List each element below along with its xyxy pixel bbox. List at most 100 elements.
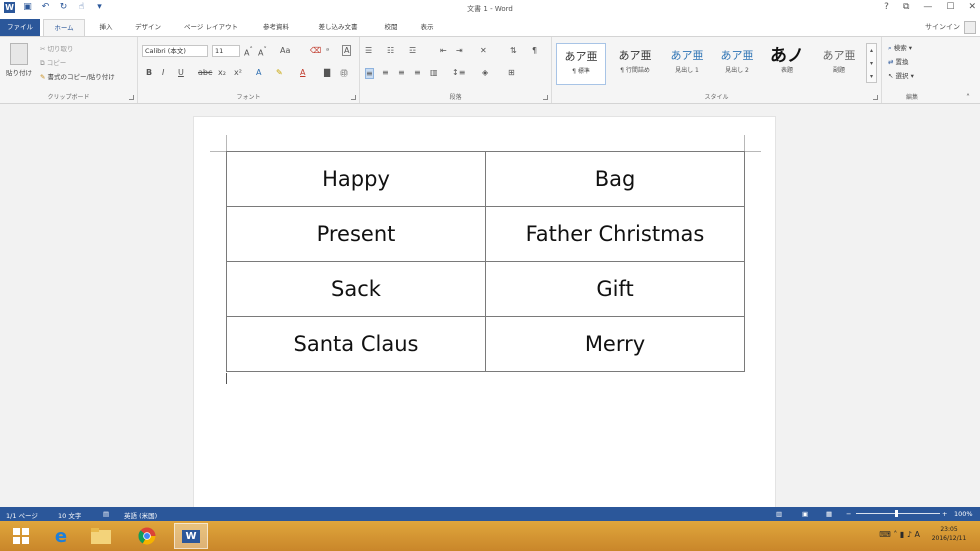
avatar[interactable] — [964, 21, 976, 34]
numbering-icon[interactable]: ☷ — [387, 46, 394, 55]
table-cell[interactable]: Father Christmas — [485, 206, 745, 262]
tab-page-layout[interactable]: ページ レイアウト — [178, 19, 244, 36]
style-no-spacing[interactable]: あア亜 ¶ 行間詰め — [610, 43, 660, 85]
asian-layout-icon[interactable]: ✕ — [480, 46, 487, 55]
character-border-icon[interactable]: A — [342, 45, 352, 56]
zoom-in-icon[interactable]: + — [942, 510, 947, 518]
start-button[interactable] — [4, 523, 38, 549]
keyboard-icon[interactable]: ⌨ — [879, 530, 891, 539]
increase-indent-icon[interactable]: ⇥ — [456, 46, 463, 55]
table-cell[interactable]: Merry — [485, 316, 745, 372]
italic-icon[interactable]: I — [162, 68, 164, 77]
paste-button[interactable]: 貼り付け — [4, 43, 34, 77]
style-heading-1[interactable]: あア亜 見出し 1 — [662, 43, 712, 85]
replace-button[interactable]: ⇄ 置換 — [888, 56, 909, 66]
page-count[interactable]: 1/1 ページ — [6, 510, 38, 520]
language-indicator[interactable]: 英語 (米国) — [124, 510, 157, 520]
network-icon[interactable]: ▮ — [900, 530, 904, 539]
font-launcher-icon[interactable] — [351, 95, 356, 100]
enclosed-character-icon[interactable]: ㊞ — [340, 68, 348, 79]
taskbar-chrome[interactable] — [130, 523, 164, 549]
justify-icon[interactable]: ≡ — [414, 68, 421, 77]
table-cell[interactable]: Gift — [485, 261, 745, 317]
sort-icon[interactable]: ⇅ — [510, 46, 517, 55]
align-right-icon[interactable]: ≡ — [398, 68, 405, 77]
font-color-icon[interactable]: A — [300, 68, 305, 77]
zoom-out-icon[interactable]: − — [846, 510, 851, 518]
maximize-button[interactable]: ☐ — [946, 2, 954, 12]
document-page[interactable]: Happy Bag Present Father Christmas Sack … — [193, 116, 776, 511]
line-spacing-icon[interactable]: ↕≡ — [452, 68, 465, 77]
align-left-icon[interactable]: ≡ — [365, 68, 374, 79]
tab-design[interactable]: デザイン — [128, 19, 168, 36]
borders-icon[interactable]: ⊞ — [508, 68, 515, 77]
sign-in-link[interactable]: サインイン — [925, 22, 960, 32]
copy-button[interactable]: ⧉ コピー — [40, 57, 66, 68]
tab-home[interactable]: ホーム — [43, 19, 85, 36]
more-styles-icon[interactable]: ▾ — [867, 70, 876, 83]
tab-file[interactable]: ファイル — [0, 19, 40, 36]
format-painter-button[interactable]: ✎ 書式のコピー/貼り付け — [40, 71, 115, 81]
table-cell[interactable]: Present — [226, 206, 486, 262]
ime-icon[interactable]: A — [915, 530, 920, 539]
font-size-combo[interactable]: 11 — [212, 45, 240, 57]
close-button[interactable]: ✕ — [968, 2, 976, 12]
underline-icon[interactable]: U — [178, 68, 184, 77]
show-marks-icon[interactable]: ¶ — [532, 46, 537, 55]
table-cell[interactable]: Sack — [226, 261, 486, 317]
bullets-icon[interactable]: ☰ — [365, 46, 372, 55]
zoom-slider-thumb[interactable] — [895, 510, 898, 517]
read-mode-icon[interactable]: ▥ — [776, 510, 782, 518]
character-shading-icon[interactable]: ▇ — [324, 68, 330, 77]
table-cell[interactable]: Bag — [485, 151, 745, 207]
highlight-icon[interactable]: ✎ — [276, 68, 283, 77]
taskbar-ie[interactable]: e — [44, 523, 78, 549]
grow-font-icon[interactable]: A˄ — [244, 46, 253, 58]
strikethrough-icon[interactable]: abc — [198, 68, 212, 77]
proofing-icon[interactable]: ▤ — [103, 510, 109, 518]
chevron-down-icon[interactable]: ▾ — [867, 57, 876, 70]
subscript-icon[interactable]: x₂ — [218, 68, 226, 77]
volume-icon[interactable]: ♪ — [907, 530, 912, 539]
taskbar-explorer[interactable] — [84, 523, 118, 549]
distributed-icon[interactable]: ▥ — [430, 68, 438, 77]
bold-icon[interactable]: B — [146, 68, 152, 77]
decrease-indent-icon[interactable]: ⇤ — [440, 46, 447, 55]
style-title[interactable]: あノ 表題 — [762, 43, 812, 85]
document-area[interactable]: Happy Bag Present Father Christmas Sack … — [0, 104, 980, 511]
style-subtitle[interactable]: あア亜 副題 — [814, 43, 864, 85]
style-normal[interactable]: あア亜 ¶ 標準 — [556, 43, 606, 85]
clear-formatting-icon[interactable]: ⌫ — [310, 46, 321, 55]
styles-scroll[interactable]: ▴ ▾ ▾ — [866, 43, 877, 83]
tab-mailings[interactable]: 差し込み文書 — [308, 19, 368, 36]
align-center-icon[interactable]: ≡ — [382, 68, 389, 77]
tab-review[interactable]: 校閲 — [378, 19, 404, 36]
chevron-up-icon[interactable]: ˄ — [893, 530, 897, 539]
table-cell[interactable]: Santa Claus — [226, 316, 486, 372]
tab-view[interactable]: 表示 — [414, 19, 440, 36]
collapse-ribbon-icon[interactable]: ˄ — [966, 93, 970, 102]
tab-references[interactable]: 参考資料 — [254, 19, 298, 36]
ribbon-display-options-button[interactable]: ⧉ — [903, 2, 909, 12]
text-effects-icon[interactable]: A — [256, 68, 261, 77]
clipboard-launcher-icon[interactable] — [129, 95, 134, 100]
font-name-combo[interactable]: Calibri (本文) — [142, 45, 208, 57]
phonetic-guide-icon[interactable]: ᵃ — [326, 46, 329, 55]
superscript-icon[interactable]: x² — [234, 68, 242, 77]
select-button[interactable]: ↖ 選択 ▾ — [888, 70, 914, 80]
shading-icon[interactable]: ◈ — [482, 68, 488, 77]
multilevel-list-icon[interactable]: ☲ — [409, 46, 416, 55]
minimize-button[interactable]: — — [923, 2, 932, 12]
tab-insert[interactable]: 挿入 — [93, 19, 119, 36]
print-layout-icon[interactable]: ▣ — [802, 510, 808, 518]
help-button[interactable]: ? — [884, 2, 889, 12]
cut-button[interactable]: ✂ 切り取り — [40, 43, 74, 53]
table-cell[interactable]: Happy — [226, 151, 486, 207]
taskbar-word[interactable]: W — [174, 523, 208, 549]
word-count[interactable]: 10 文字 — [58, 510, 81, 520]
clock[interactable]: 23:05 2016/12/11 — [924, 525, 974, 543]
zoom-level[interactable]: 100% — [954, 510, 973, 518]
web-layout-icon[interactable]: ▦ — [826, 510, 832, 518]
change-case-icon[interactable]: Aa — [280, 46, 290, 55]
paragraph-launcher-icon[interactable] — [543, 95, 548, 100]
